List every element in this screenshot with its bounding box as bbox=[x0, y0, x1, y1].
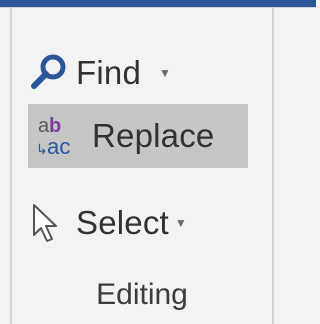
ribbon-accent-bar bbox=[0, 0, 316, 7]
find-label: Find bbox=[76, 54, 141, 91]
select-button[interactable]: Select ▼ bbox=[28, 198, 238, 248]
select-label: Select bbox=[76, 204, 169, 241]
find-dropdown-caret-icon[interactable]: ▼ bbox=[159, 66, 171, 80]
svg-text:ac: ac bbox=[47, 134, 71, 158]
replace-ab-ac-icon: a b ↳ ac bbox=[36, 114, 92, 158]
group-label: Editing bbox=[96, 278, 188, 311]
replace-button[interactable]: a b ↳ ac Replace bbox=[28, 104, 248, 168]
find-button[interactable]: Find ▼ bbox=[28, 48, 238, 98]
replace-label: Replace bbox=[92, 117, 215, 154]
group-separator-right bbox=[272, 8, 274, 324]
editing-group: Find ▼ a b ↳ ac Replace Select ▼ Editing bbox=[12, 8, 272, 324]
cursor-arrow-icon bbox=[28, 201, 76, 245]
select-dropdown-caret-icon[interactable]: ▼ bbox=[175, 216, 187, 230]
magnifier-icon bbox=[28, 51, 76, 95]
